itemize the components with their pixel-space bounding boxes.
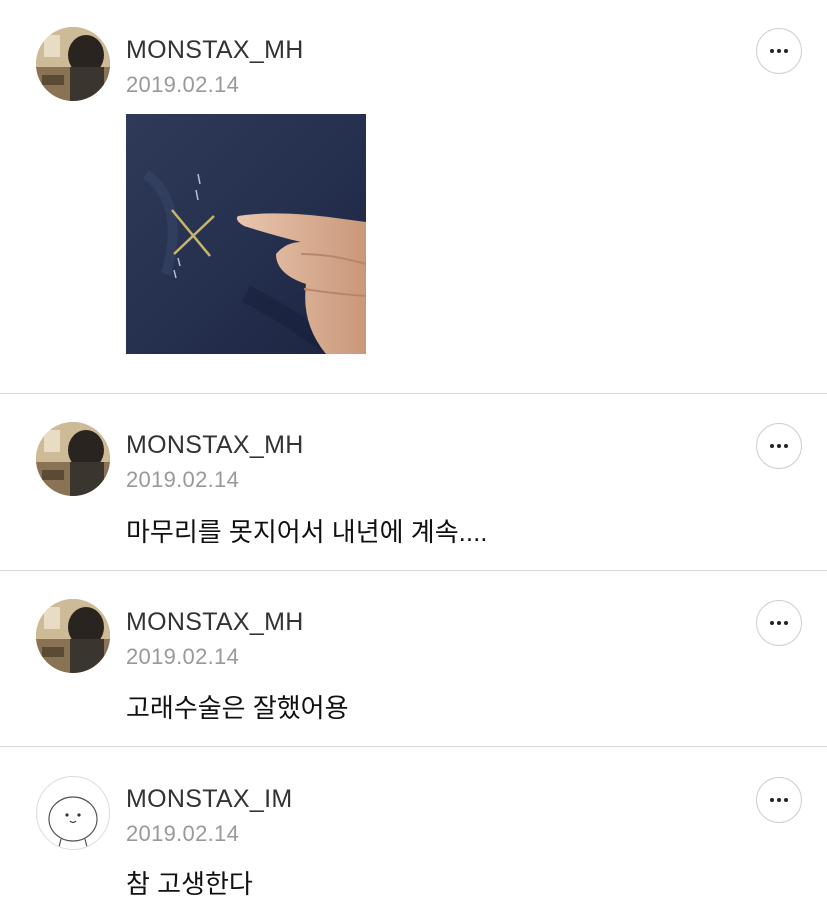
comment-feed: MONSTAX_MH 2019.02.14 MONSTAX_MH 2019.02… [0, 0, 827, 924]
avatar[interactable] [36, 422, 110, 496]
avatar-photo [36, 599, 110, 673]
avatar[interactable] [36, 599, 110, 673]
username[interactable]: MONSTAX_MH [126, 36, 304, 65]
comment-text: 고래수술은 잘했어용 [126, 693, 349, 723]
divider [0, 393, 827, 394]
avatar[interactable] [36, 27, 110, 101]
more-options-icon [770, 621, 788, 625]
avatar-photo [36, 422, 110, 496]
more-options-icon [770, 49, 788, 53]
post-date: 2019.02.14 [126, 72, 240, 97]
more-options-button[interactable] [756, 600, 802, 646]
post-image[interactable] [126, 114, 366, 354]
avatar-photo [36, 27, 110, 101]
more-options-icon [770, 798, 788, 802]
more-options-icon [770, 444, 788, 448]
more-options-button[interactable] [756, 28, 802, 74]
username[interactable]: MONSTAX_IM [126, 785, 292, 814]
divider [0, 746, 827, 747]
comment-text: 참 고생한다 [126, 869, 253, 899]
avatar[interactable] [36, 776, 110, 850]
more-options-button[interactable] [756, 777, 802, 823]
more-options-button[interactable] [756, 423, 802, 469]
comment-text: 마무리를 못지어서 내년에 계속.... [126, 517, 488, 547]
username[interactable]: MONSTAX_MH [126, 608, 304, 637]
username[interactable]: MONSTAX_MH [126, 431, 304, 460]
cartoon-avatar-icon [48, 796, 98, 848]
post-date: 2019.02.14 [126, 644, 240, 669]
post-date: 2019.02.14 [126, 467, 240, 492]
post-date: 2019.02.14 [126, 821, 240, 846]
divider [0, 570, 827, 571]
post-photo [126, 114, 366, 354]
